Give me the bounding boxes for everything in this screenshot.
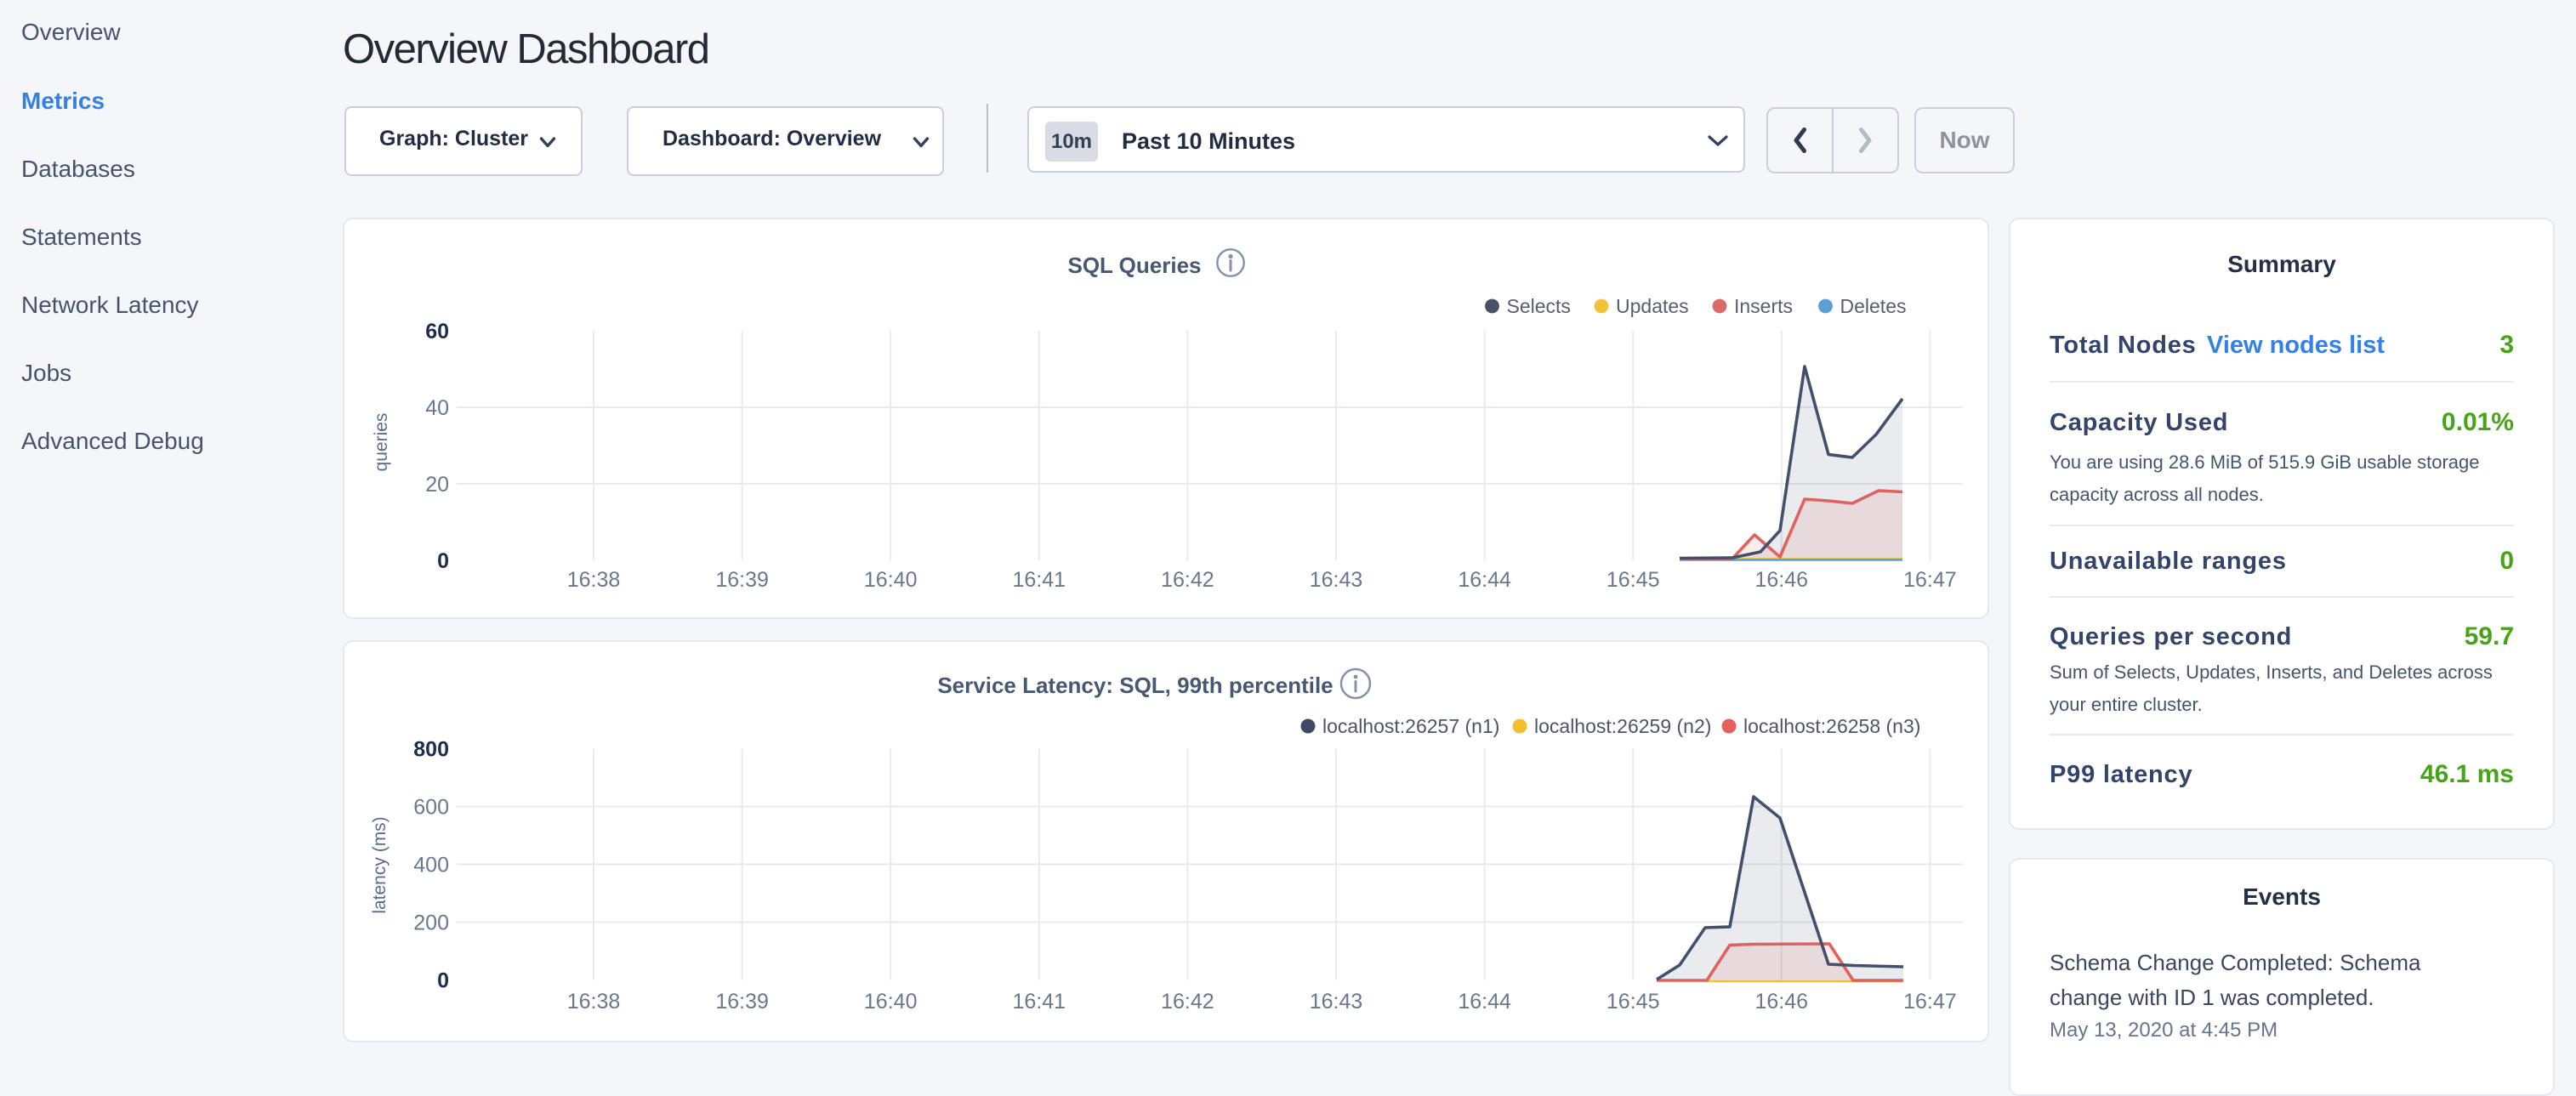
svg-text:Deletes: Deletes — [1840, 295, 1907, 317]
svg-text:16:45: 16:45 — [1606, 990, 1660, 1014]
svg-text:Inserts: Inserts — [1734, 295, 1793, 317]
svg-text:Updates: Updates — [1616, 295, 1689, 317]
svg-text:16:47: 16:47 — [1903, 568, 1957, 592]
svg-text:Selects: Selects — [1507, 295, 1571, 317]
svg-text:localhost:26258 (n3): localhost:26258 (n3) — [1743, 715, 1920, 737]
svg-text:localhost:26259 (n2): localhost:26259 (n2) — [1534, 715, 1711, 737]
svg-text:16:40: 16:40 — [864, 568, 918, 592]
svg-text:16:39: 16:39 — [715, 990, 769, 1014]
svg-text:16:44: 16:44 — [1458, 568, 1511, 592]
svg-text:600: 600 — [413, 796, 449, 820]
svg-text:localhost:26257 (n1): localhost:26257 (n1) — [1322, 715, 1499, 737]
svg-text:SQL Queries: SQL Queries — [1067, 253, 1201, 278]
svg-text:16:41: 16:41 — [1013, 568, 1066, 592]
svg-text:Service Latency: SQL, 99th per: Service Latency: SQL, 99th percentile — [937, 673, 1333, 698]
svg-text:16:43: 16:43 — [1310, 990, 1363, 1014]
svg-text:queries: queries — [372, 413, 391, 472]
svg-text:16:42: 16:42 — [1161, 990, 1214, 1014]
svg-text:800: 800 — [413, 738, 449, 762]
svg-text:16:41: 16:41 — [1013, 990, 1066, 1014]
svg-text:16:45: 16:45 — [1606, 568, 1660, 592]
svg-text:16:44: 16:44 — [1458, 990, 1511, 1014]
svg-text:16:43: 16:43 — [1310, 568, 1363, 592]
svg-text:0: 0 — [437, 969, 449, 993]
svg-text:40: 40 — [425, 396, 449, 420]
svg-text:16:39: 16:39 — [715, 568, 769, 592]
svg-text:16:42: 16:42 — [1161, 568, 1214, 592]
svg-text:16:40: 16:40 — [864, 990, 918, 1014]
svg-text:16:47: 16:47 — [1903, 990, 1957, 1014]
svg-text:16:46: 16:46 — [1755, 568, 1809, 592]
svg-text:0: 0 — [437, 549, 449, 573]
svg-text:16:38: 16:38 — [567, 990, 621, 1014]
svg-text:16:38: 16:38 — [567, 568, 621, 592]
svg-text:16:46: 16:46 — [1755, 990, 1809, 1014]
svg-text:400: 400 — [413, 854, 449, 877]
svg-text:latency (ms): latency (ms) — [370, 816, 390, 913]
svg-text:20: 20 — [425, 473, 449, 497]
svg-text:200: 200 — [413, 911, 449, 935]
svg-text:60: 60 — [425, 320, 449, 344]
